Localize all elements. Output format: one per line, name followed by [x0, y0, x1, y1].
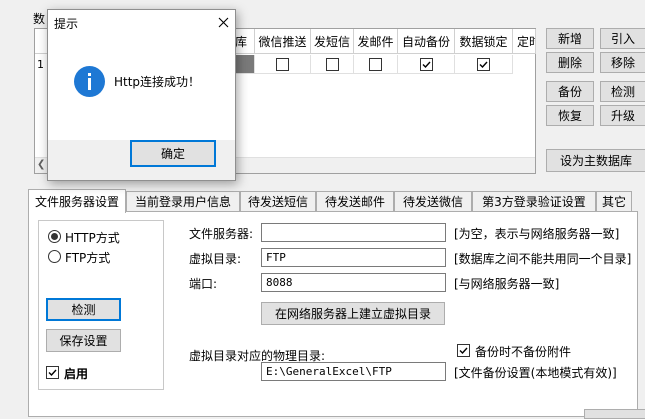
tab-pending-wechat[interactable]: 待发送微信 [394, 191, 472, 211]
checkbox-auto-backup[interactable] [419, 57, 433, 71]
enable-checkbox[interactable] [46, 366, 59, 379]
info-icon [74, 66, 105, 97]
grid-header-timer[interactable]: 定时 [513, 29, 536, 54]
set-main-database-button[interactable]: 设为主数据库 [546, 149, 645, 172]
check-icon [459, 347, 468, 355]
grid-cell-data-lock[interactable] [455, 55, 513, 74]
grid-header-auto-backup[interactable]: 自动备份 [398, 29, 455, 54]
ftp-mode-radio[interactable] [48, 250, 61, 263]
tab-third-party-login[interactable]: 第3方登录验证设置 [472, 191, 596, 211]
save-settings-button[interactable]: 保存设置 [46, 329, 121, 352]
tab-pending-sms[interactable]: 待发送短信 [240, 191, 316, 211]
grid-header-sms[interactable]: 发短信 [311, 29, 354, 54]
upgrade-button[interactable]: 升级 [600, 105, 645, 126]
enable-label[interactable]: 启用 [64, 365, 88, 382]
checkbox-data-lock[interactable] [477, 57, 490, 71]
dialog-close-button[interactable] [212, 11, 234, 33]
checkbox-wechat-push[interactable] [276, 57, 289, 71]
message-dialog: 提示 Http连接成功！ 确定 [47, 9, 236, 181]
ftp-mode-label[interactable]: FTP方式 [65, 249, 110, 266]
check-icon [479, 61, 488, 68]
grid-cell-email[interactable] [354, 55, 398, 74]
detect-db-button[interactable]: 检测 [600, 81, 645, 102]
ok-button[interactable]: 确定 [130, 140, 216, 167]
virtual-dir-input[interactable]: FTP [261, 248, 446, 267]
file-server-hint: [为空，表示与网络服务器一致] [454, 227, 620, 241]
no-backup-attachments-label[interactable]: 备份时不备份附件 [475, 343, 571, 360]
grid-cell-sms[interactable] [311, 55, 354, 74]
checkbox-email[interactable] [369, 57, 382, 71]
tab-pending-email[interactable]: 待发送邮件 [316, 191, 394, 211]
file-server-input[interactable] [261, 223, 446, 242]
tab-current-user-info[interactable]: 当前登录用户信息 [126, 191, 240, 211]
no-backup-attachments-checkbox[interactable] [457, 344, 470, 357]
grid-header-email[interactable]: 发邮件 [354, 29, 398, 54]
http-mode-radio[interactable] [48, 230, 61, 243]
detect-button[interactable]: 检测 [46, 298, 121, 321]
http-mode-label[interactable]: HTTP方式 [65, 229, 120, 246]
import-button[interactable]: 引入 [600, 28, 645, 49]
virtual-dir-hint: [数据库之间不能共用同一个目录] [454, 252, 632, 266]
grid-cell-wechat[interactable] [255, 55, 311, 74]
grid-cell-auto-backup[interactable] [398, 55, 455, 74]
check-icon [422, 61, 431, 68]
create-virtual-dir-button[interactable]: 在网络服务器上建立虚拟目录 [261, 302, 445, 325]
port-hint: [与网络服务器一致] [454, 277, 560, 291]
bottom-edge-button[interactable] [584, 409, 645, 419]
tab-file-server-settings[interactable]: 文件服务器设置 [28, 189, 126, 213]
virtual-dir-label: 虚拟目录: [189, 252, 242, 266]
grid-header-wechat-push[interactable]: 微信推送 [255, 29, 311, 54]
tab-other[interactable]: 其它 [596, 191, 632, 211]
file-server-label: 文件服务器: [189, 227, 254, 241]
physical-dir-hint: [文件备份设置(本地模式有效)] [454, 366, 617, 380]
checkbox-sms[interactable] [325, 57, 339, 71]
grid-label: 数 [33, 12, 46, 26]
scroll-left-icon[interactable]: ❮ [37, 159, 45, 170]
port-input[interactable]: 8088 [261, 273, 446, 292]
grid-row-number: 1 [37, 58, 44, 71]
dialog-message: Http连接成功！ [114, 75, 201, 89]
remove-button[interactable]: 移除 [600, 52, 645, 73]
add-button[interactable]: 新增 [546, 28, 594, 49]
backup-button[interactable]: 备份 [546, 81, 594, 102]
delete-button[interactable]: 删除 [546, 52, 594, 73]
grid-header-data-lock[interactable]: 数据锁定 [455, 29, 513, 54]
check-icon [48, 369, 57, 377]
port-label: 端口: [189, 277, 218, 291]
restore-button[interactable]: 恢复 [546, 105, 594, 126]
close-icon [218, 17, 228, 27]
physical-dir-input[interactable]: E:\GeneralExcel\FTP [261, 362, 446, 381]
dialog-title: 提示 [54, 17, 79, 31]
